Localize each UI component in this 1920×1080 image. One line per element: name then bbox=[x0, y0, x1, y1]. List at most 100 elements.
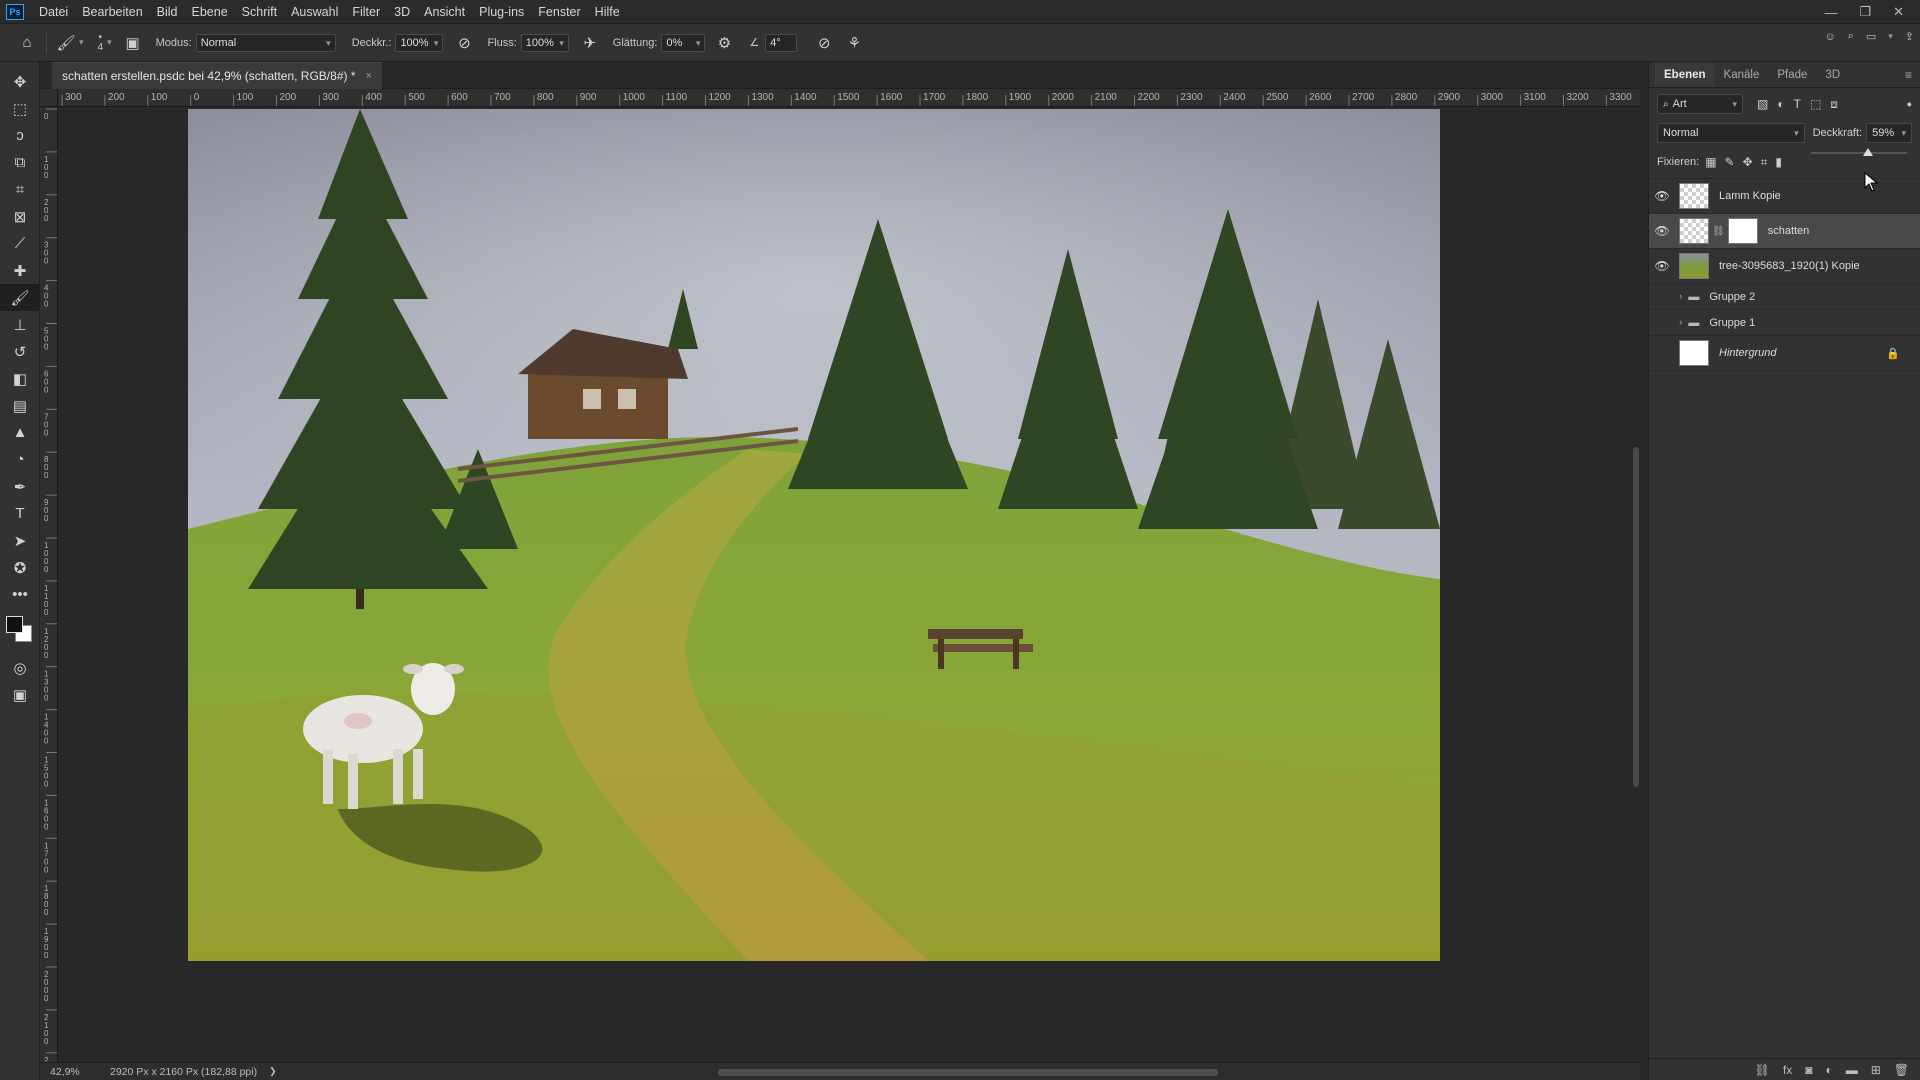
visibility-eye-icon[interactable]: 👁 bbox=[1649, 259, 1675, 273]
menu-fenster[interactable]: Fenster bbox=[531, 0, 587, 24]
adjustment-layer-icon[interactable]: ◐ bbox=[1825, 1063, 1832, 1077]
search-icon[interactable]: ⌕ bbox=[1848, 30, 1854, 43]
smart-object-filter-icon[interactable]: ⧈ bbox=[1830, 97, 1838, 112]
menu-bild[interactable]: Bild bbox=[150, 0, 185, 24]
zoom-level[interactable]: 42,9% bbox=[50, 1066, 100, 1078]
close-icon[interactable]: ✕ bbox=[1893, 4, 1904, 20]
chevron-down-icon[interactable]: ▾ bbox=[1888, 31, 1893, 42]
smoothing-input[interactable]: 0% ▾ bbox=[661, 33, 706, 52]
tab-kanaele[interactable]: Kanäle bbox=[1715, 63, 1769, 87]
eyedropper-tool-icon[interactable]: ⟋ bbox=[0, 230, 40, 257]
menu-auswahl[interactable]: Auswahl bbox=[284, 0, 345, 24]
menu-schrift[interactable]: Schrift bbox=[235, 0, 284, 24]
vertical-ruler[interactable]: 0100200300400500600700800900100011001200… bbox=[40, 107, 58, 1062]
new-layer-icon[interactable]: ⊞ bbox=[1871, 1063, 1881, 1077]
layer-schatten[interactable]: 👁 ⛓ schatten bbox=[1649, 214, 1920, 249]
flow-input[interactable]: 100% ▾ bbox=[520, 33, 569, 52]
layer-lamm-kopie[interactable]: 👁 Lamm Kopie bbox=[1649, 179, 1920, 214]
panel-menu-icon[interactable]: ≡ bbox=[1905, 68, 1912, 82]
chevron-down-icon[interactable]: ▾ bbox=[107, 37, 112, 48]
marquee-tool-icon[interactable]: ⬚ bbox=[0, 95, 40, 122]
restore-icon[interactable]: ❐ bbox=[1859, 4, 1871, 20]
shape-filter-icon[interactable]: ⬚ bbox=[1810, 97, 1821, 112]
healing-brush-tool-icon[interactable]: ✚ bbox=[0, 257, 40, 284]
menu-ansicht[interactable]: Ansicht bbox=[417, 0, 472, 24]
menu-ebene[interactable]: Ebene bbox=[185, 0, 235, 24]
chevron-right-icon[interactable]: › bbox=[1679, 291, 1682, 302]
minimize-icon[interactable]: — bbox=[1824, 5, 1837, 20]
blend-mode-select[interactable]: Normal ▾ bbox=[1657, 123, 1805, 143]
more-tools-icon[interactable]: ••• bbox=[0, 581, 40, 608]
clone-stamp-tool-icon[interactable]: ⊥ bbox=[0, 311, 40, 338]
brush-preset-icon[interactable]: 🖌 bbox=[53, 30, 79, 56]
layer-gruppe-1[interactable]: 👁 › ▬ Gruppe 1 bbox=[1649, 310, 1920, 336]
brush-settings-icon[interactable]: ▣ bbox=[120, 30, 146, 56]
share-icon[interactable]: ⇪ bbox=[1905, 30, 1914, 43]
symmetry-icon[interactable]: ⚘ bbox=[841, 30, 867, 56]
angle-input[interactable]: 4° bbox=[765, 33, 798, 52]
filter-toggle-icon[interactable]: ● bbox=[1907, 99, 1912, 109]
type-filter-icon[interactable]: T bbox=[1794, 97, 1801, 112]
quick-mask-icon[interactable]: ◎ bbox=[0, 654, 40, 681]
smoothing-settings-gear-icon[interactable]: ⚙ bbox=[711, 30, 737, 56]
visibility-eye-icon[interactable]: 👁 bbox=[1649, 224, 1675, 238]
tab-ebenen[interactable]: Ebenen bbox=[1655, 63, 1715, 87]
path-selection-tool-icon[interactable]: ➤ bbox=[0, 527, 40, 554]
share-user-icon[interactable]: ☺ bbox=[1824, 31, 1835, 43]
menu-3d[interactable]: 3D bbox=[387, 0, 417, 24]
home-icon[interactable]: ⌂ bbox=[14, 30, 40, 56]
layer-opacity-input[interactable]: 59% ▾ bbox=[1866, 123, 1912, 143]
tab-3d[interactable]: 3D bbox=[1816, 63, 1849, 87]
workspace-icon[interactable]: ▭ bbox=[1866, 30, 1876, 43]
type-tool-icon[interactable]: T bbox=[0, 500, 40, 527]
menu-bearbeiten[interactable]: Bearbeiten bbox=[75, 0, 149, 24]
status-menu-arrow-icon[interactable]: ❯ bbox=[269, 1066, 277, 1077]
airbrush-icon[interactable]: ✈ bbox=[577, 30, 603, 56]
lasso-tool-icon[interactable]: ↄ bbox=[0, 122, 40, 149]
menu-hilfe[interactable]: Hilfe bbox=[588, 0, 627, 24]
scrollbar-thumb[interactable] bbox=[1633, 447, 1639, 787]
horizontal-ruler[interactable]: 300 200 100 0 100 200 300 400 500 600 700 800 900 100… bbox=[58, 89, 1640, 107]
visibility-eye-icon[interactable]: 👁 bbox=[1649, 189, 1675, 203]
layer-tree-kopie[interactable]: 👁 tree-3095683_1920(1) Kopie bbox=[1649, 249, 1920, 284]
layer-gruppe-2[interactable]: 👁 › ▬ Gruppe 2 bbox=[1649, 284, 1920, 310]
visibility-eye-icon[interactable]: 👁 bbox=[1649, 290, 1675, 304]
frame-tool-icon[interactable]: ⊠ bbox=[0, 203, 40, 230]
menu-plugins[interactable]: Plug-ins bbox=[472, 0, 531, 24]
visibility-eye-icon[interactable]: 👁 bbox=[1649, 316, 1675, 330]
opacity-slider[interactable] bbox=[1807, 148, 1911, 158]
lock-position-icon[interactable]: ✥ bbox=[1743, 155, 1753, 170]
pixel-filter-icon[interactable]: ▧ bbox=[1757, 97, 1768, 112]
vertical-scrollbar[interactable] bbox=[1630, 107, 1642, 1062]
object-selection-tool-icon[interactable]: ⧉ bbox=[0, 149, 40, 176]
crop-tool-icon[interactable]: ⌗ bbox=[0, 176, 40, 203]
gradient-tool-icon[interactable]: ▤ bbox=[0, 392, 40, 419]
document-canvas[interactable] bbox=[188, 109, 1440, 961]
link-layers-icon[interactable]: ⛓ bbox=[1755, 1063, 1770, 1077]
adjustment-filter-icon[interactable]: ◐ bbox=[1777, 97, 1784, 112]
tab-pfade[interactable]: Pfade bbox=[1768, 63, 1816, 87]
layer-filter-select[interactable]: ⌕ Art ▾ bbox=[1657, 94, 1743, 114]
delete-layer-trash-icon[interactable]: 🗑 bbox=[1894, 1063, 1909, 1077]
document-tab[interactable]: schatten erstellen.psdc bei 42,9% (schat… bbox=[52, 62, 382, 89]
pressure-size-icon[interactable]: ⊘ bbox=[811, 30, 837, 56]
layer-mask-thumbnail[interactable] bbox=[1727, 218, 1758, 244]
new-group-folder-icon[interactable]: ▬ bbox=[1846, 1063, 1858, 1077]
opacity-slider-handle[interactable] bbox=[1862, 148, 1873, 156]
dodge-tool-icon[interactable]: ◔ bbox=[0, 446, 40, 473]
lock-all-icon[interactable]: ▮ bbox=[1775, 155, 1782, 170]
blur-tool-icon[interactable]: ▲ bbox=[0, 419, 40, 446]
close-icon[interactable]: × bbox=[366, 70, 372, 82]
chevron-right-icon[interactable]: › bbox=[1679, 317, 1682, 328]
lock-pixels-icon[interactable]: ✎ bbox=[1725, 155, 1735, 170]
mode-select[interactable]: Normal ▾ bbox=[195, 33, 336, 52]
mask-link-icon[interactable]: ⛓ bbox=[1712, 226, 1725, 237]
layer-style-fx-icon[interactable]: fx bbox=[1783, 1063, 1792, 1077]
screen-mode-icon[interactable]: ▣ bbox=[0, 681, 40, 708]
horizontal-scrollbar-thumb[interactable] bbox=[718, 1069, 1218, 1076]
pen-tool-icon[interactable]: ✒ bbox=[0, 473, 40, 500]
canvas-area[interactable] bbox=[58, 107, 1640, 1062]
visibility-eye-icon[interactable]: 👁 bbox=[1649, 346, 1675, 360]
chevron-down-icon[interactable]: ▾ bbox=[79, 37, 84, 48]
lock-artboard-icon[interactable]: ⌗ bbox=[1761, 155, 1768, 170]
